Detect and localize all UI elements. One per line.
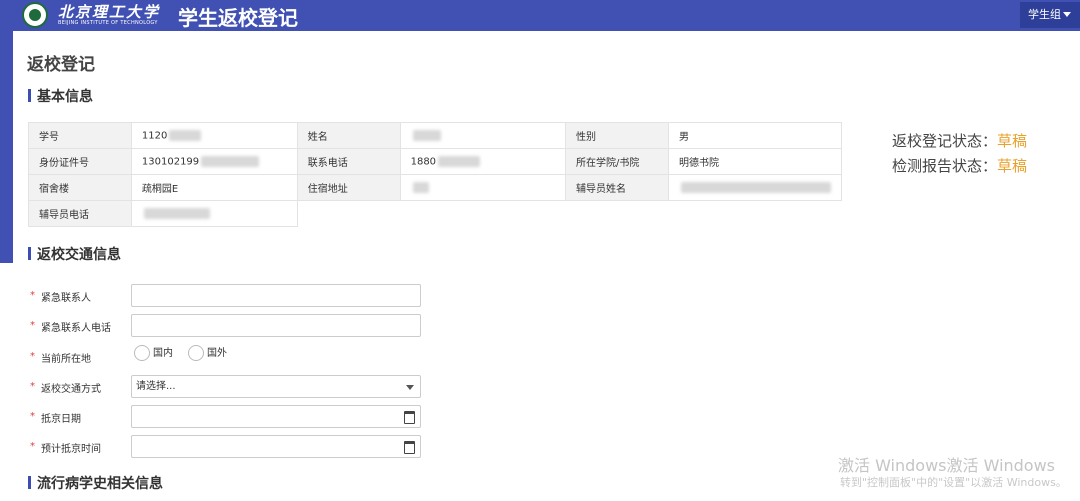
redacted-block [438, 155, 481, 167]
gender-value: 男 [667, 122, 843, 149]
counselor-label: 辅导员姓名 [565, 174, 669, 201]
top-bar: 北京理工大学 BEIJING INSTITUTE OF TECHNOLOGY 学… [0, 0, 1080, 31]
transport-row: * 返校交通方式 请选择... [30, 375, 430, 399]
redacted-block [201, 155, 260, 167]
redacted-block [412, 129, 441, 141]
required-mark: * [30, 351, 35, 362]
address-label: 住宿地址 [296, 174, 401, 201]
counselor-value [667, 174, 843, 201]
register-status: 返校登记状态：草稿 [892, 130, 1027, 151]
activation-watermark: 激活 Windows激活 Windows [838, 456, 1056, 475]
location-row: * 当前所在地 国内 国外 [30, 345, 430, 369]
section-title: 返校交通信息 [37, 247, 121, 263]
required-mark: * [30, 441, 35, 452]
dorm-label: 宿舍楼 [28, 174, 132, 201]
phone-label: 联系电话 [296, 148, 401, 175]
sidebar-strip [0, 31, 13, 263]
transport-label: 返校交通方式 [41, 384, 101, 395]
id-card-value: 130102199 [130, 148, 298, 175]
radio-domestic[interactable]: 国内 [134, 345, 173, 363]
section-title: 流行病学史相关信息 [37, 476, 163, 492]
section-marker [28, 476, 31, 489]
section-marker [28, 247, 31, 260]
college-label: 所在学院/书院 [565, 148, 669, 175]
register-status-value: 草稿 [997, 132, 1028, 150]
transport-select[interactable]: 请选择... [131, 375, 421, 398]
radio-circle[interactable] [188, 345, 204, 361]
emergency-phone-label: 紧急联系人电话 [41, 323, 111, 334]
university-logo-english: BEIJING INSTITUTE OF TECHNOLOGY [58, 20, 158, 26]
emergency-contact-input[interactable] [131, 284, 421, 307]
redacted-block [143, 207, 210, 219]
phone-value: 1880 [399, 148, 567, 175]
address-value [399, 174, 567, 201]
chevron-down-icon [406, 385, 414, 390]
counselor-phone-value [130, 200, 298, 227]
redacted-block [680, 181, 831, 193]
emergency-phone-input[interactable] [131, 314, 421, 337]
section-basic-info: 基本信息 [28, 86, 93, 106]
report-status: 检测报告状态：草稿 [892, 155, 1027, 176]
calendar-icon[interactable] [404, 411, 415, 424]
planned-time-row: * 预计抵京时间 [30, 435, 430, 459]
section-marker [28, 89, 31, 102]
planned-time-input[interactable] [131, 435, 421, 458]
radio-circle[interactable] [134, 345, 150, 361]
section-title: 基本信息 [37, 89, 93, 105]
name-value [399, 122, 567, 149]
radio-overseas[interactable]: 国外 [188, 345, 227, 363]
student-id-value: 1120 [130, 122, 298, 149]
dorm-value: 疏桐园E [130, 174, 298, 201]
redacted-block [169, 129, 202, 141]
basic-info-table: 学号 1120 姓名 性别 男 身份证件号 130102199 联系电话 188… [28, 122, 843, 227]
report-status-value: 草稿 [997, 157, 1028, 175]
chevron-down-icon [1063, 12, 1071, 17]
app-title: 学生返校登记 [178, 6, 298, 30]
name-label: 姓名 [296, 122, 401, 149]
college-value: 明德书院 [667, 148, 843, 175]
table-row: 辅导员电话 [28, 200, 842, 227]
arrival-date-label: 抵京日期 [41, 414, 81, 425]
arrival-date-input[interactable] [131, 405, 421, 428]
table-row: 宿舍楼 疏桐园E 住宿地址 辅导员姓名 [28, 174, 843, 201]
arrival-date-row: * 抵京日期 [30, 405, 430, 429]
table-row: 身份证件号 130102199 联系电话 1880 所在学院/书院 明德书院 [28, 148, 843, 175]
id-card-label: 身份证件号 [28, 148, 132, 175]
required-mark: * [30, 290, 35, 301]
user-menu-label: 学生组 [1028, 8, 1061, 21]
counselor-phone-label: 辅导员电话 [28, 200, 132, 227]
student-id-label: 学号 [28, 122, 132, 149]
section-transport: 返校交通信息 [28, 244, 121, 264]
page-title: 返校登记 [27, 55, 95, 75]
required-mark: * [30, 381, 35, 392]
activation-watermark-hint: 转到"控制面板"中的"设置"以激活 Windows。 [840, 476, 1067, 489]
university-logo-text: 北京理工大学 [58, 3, 161, 21]
emergency-phone-row: * 紧急联系人电话 [30, 314, 430, 338]
radio-domestic-label: 国内 [153, 348, 173, 359]
redacted-block [412, 181, 429, 193]
radio-overseas-label: 国外 [207, 348, 227, 359]
calendar-icon[interactable] [404, 441, 415, 454]
required-mark: * [30, 411, 35, 422]
table-row: 学号 1120 姓名 性别 男 [28, 122, 843, 149]
location-label: 当前所在地 [41, 354, 91, 365]
transport-select-value: 请选择... [136, 381, 176, 392]
planned-time-label: 预计抵京时间 [41, 444, 101, 455]
university-seal-icon [22, 2, 48, 28]
emergency-contact-row: * 紧急联系人 [30, 284, 430, 308]
report-status-label: 检测报告状态： [892, 157, 998, 175]
gender-label: 性别 [565, 122, 669, 149]
required-mark: * [30, 320, 35, 331]
section-epidemic: 流行病学史相关信息 [28, 473, 163, 493]
register-status-label: 返校登记状态： [892, 132, 998, 150]
user-menu-button[interactable]: 学生组 [1020, 2, 1080, 28]
emergency-contact-label: 紧急联系人 [41, 293, 91, 304]
